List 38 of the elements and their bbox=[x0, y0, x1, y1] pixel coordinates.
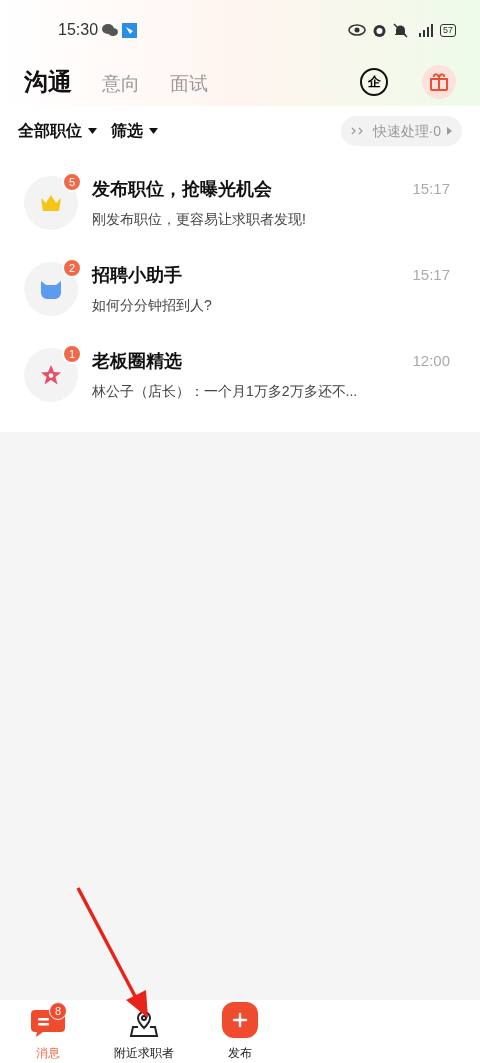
chevron-right-icon bbox=[447, 127, 452, 135]
tab[interactable]: 沟通 bbox=[24, 64, 72, 100]
enterprise-button[interactable]: 企 bbox=[360, 68, 388, 96]
gift-button[interactable] bbox=[422, 65, 456, 99]
filter-dropdown[interactable]: 全部职位 bbox=[18, 119, 97, 143]
caret-icon bbox=[88, 128, 97, 134]
chat-app-icon bbox=[102, 24, 119, 36]
message-preview: 刚发布职位，更容易让求职者发现! bbox=[92, 210, 307, 229]
message-time: 15:17 bbox=[412, 265, 450, 285]
eye-icon bbox=[348, 24, 366, 36]
message-time: 12:00 bbox=[412, 351, 450, 371]
unread-badge: 2 bbox=[62, 258, 82, 278]
app-notification-icon bbox=[122, 22, 138, 38]
unread-badge: 8 bbox=[49, 1002, 67, 1020]
unread-badge: 1 bbox=[62, 344, 82, 364]
message-item[interactable]: 1 老板圈精选 12:00 林公子（店长）：一个月1万多2万多还不... bbox=[0, 332, 480, 418]
crown-icon bbox=[39, 194, 63, 212]
filter-dropdown[interactable]: 筛选 bbox=[111, 119, 158, 143]
caret-icon bbox=[149, 128, 158, 134]
nav-tab[interactable]: 附近求职者 bbox=[96, 1004, 192, 1062]
star-icon bbox=[39, 363, 63, 387]
message-title: 老板圈精选 bbox=[92, 350, 182, 373]
cat-face-icon bbox=[38, 279, 64, 299]
muted-bell-icon bbox=[393, 22, 408, 38]
message-title: 发布职位，抢曝光机会 bbox=[92, 178, 272, 201]
alarm-icon bbox=[372, 22, 387, 38]
unread-badge: 5 bbox=[62, 172, 82, 192]
gift-icon bbox=[428, 71, 450, 93]
nav-tab[interactable]: 8 消息 bbox=[0, 1004, 96, 1062]
message-title: 招聘小助手 bbox=[92, 264, 182, 287]
message-preview: 如何分分钟招到人? bbox=[92, 296, 213, 315]
battery-indicator: 57 bbox=[440, 23, 456, 37]
message-time: 15:17 bbox=[412, 179, 450, 199]
message-item[interactable]: 5 发布职位，抢曝光机会 15:17 刚发布职位，更容易让求职者发现! bbox=[0, 160, 480, 246]
message-item[interactable]: 2 招聘小助手 15:17 如何分分钟招到人? bbox=[0, 246, 480, 332]
nav-tab[interactable]: 发布 bbox=[192, 1004, 288, 1062]
status-time: 15:30 bbox=[58, 20, 99, 40]
message-preview: 林公子（店长）：一个月1万多2万多还不... bbox=[92, 382, 359, 401]
